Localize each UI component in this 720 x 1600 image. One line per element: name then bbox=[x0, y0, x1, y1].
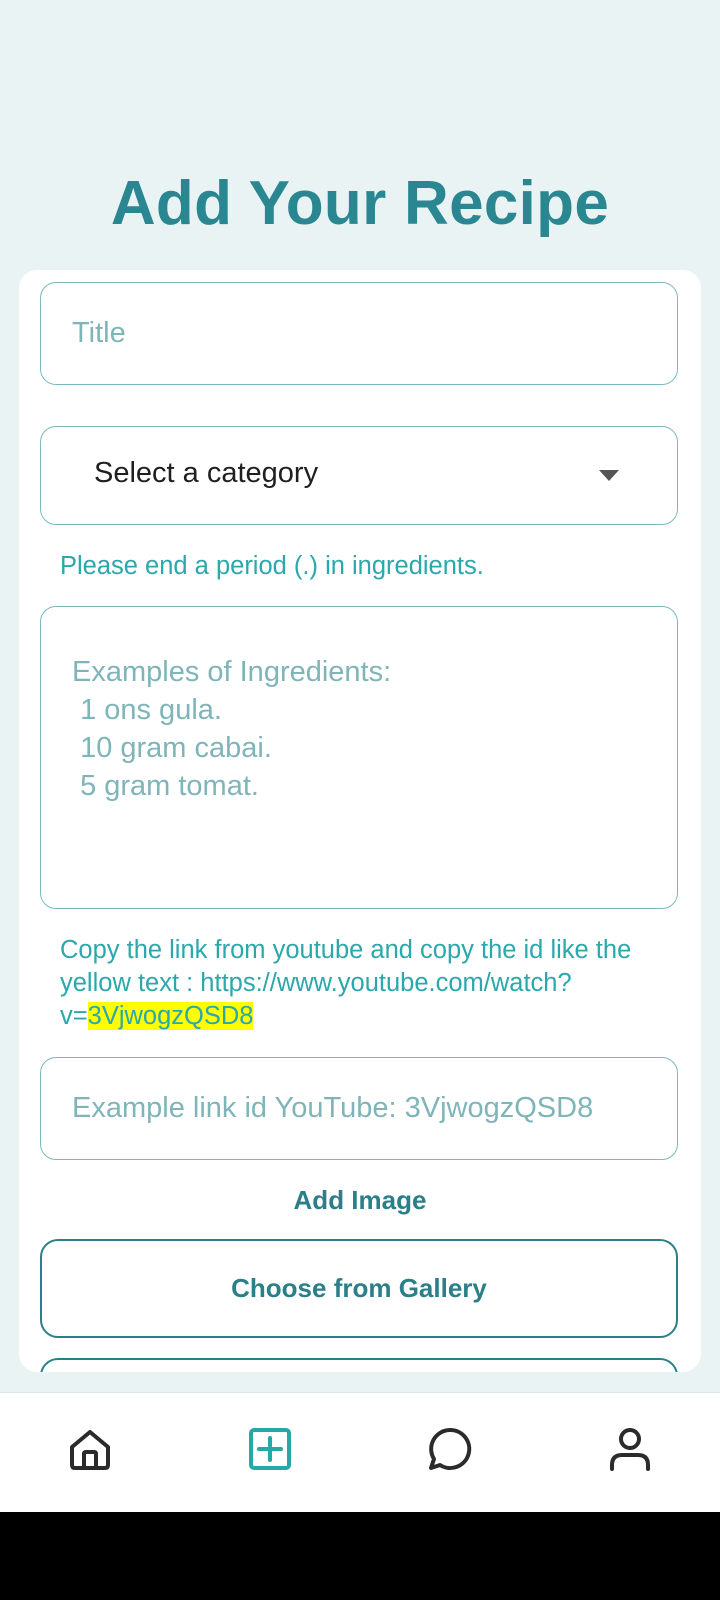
title-field[interactable] bbox=[40, 282, 678, 385]
nav-home[interactable] bbox=[62, 1421, 118, 1477]
nav-profile[interactable] bbox=[602, 1421, 658, 1477]
nav-add-recipe[interactable] bbox=[242, 1421, 298, 1477]
category-selected-value: Select a category bbox=[94, 457, 319, 489]
youtube-id-field[interactable] bbox=[40, 1057, 678, 1160]
youtube-hint-id: 3VjwogzQSD8 bbox=[87, 1002, 254, 1030]
nav-chat[interactable] bbox=[422, 1421, 478, 1477]
system-navigation-bar bbox=[0, 1512, 720, 1600]
title-input[interactable] bbox=[41, 283, 677, 383]
chat-icon bbox=[429, 1427, 472, 1470]
second-image-button[interactable] bbox=[40, 1358, 678, 1372]
profile-icon bbox=[610, 1428, 650, 1471]
ingredients-field[interactable] bbox=[40, 606, 678, 909]
add-image-label: Add Image bbox=[293, 1185, 427, 1215]
dropdown-arrow-icon bbox=[599, 470, 619, 481]
ingredients-hint: Please end a period (.) in ingredients. bbox=[60, 552, 484, 580]
home-icon bbox=[70, 1430, 110, 1470]
bottom-navigation bbox=[0, 1392, 720, 1513]
add-recipe-icon bbox=[249, 1428, 291, 1470]
youtube-hint: Copy the link from youtube and copy the … bbox=[60, 934, 700, 1033]
ingredients-textarea[interactable] bbox=[41, 607, 677, 907]
choose-from-gallery-button[interactable]: Choose from Gallery bbox=[40, 1239, 678, 1338]
category-dropdown[interactable]: Select a category bbox=[40, 426, 678, 525]
page-title: Add Your Recipe bbox=[110, 169, 610, 238]
recipe-form-card: Select a category Please end a period (.… bbox=[19, 270, 701, 1372]
youtube-id-input[interactable] bbox=[41, 1058, 677, 1158]
